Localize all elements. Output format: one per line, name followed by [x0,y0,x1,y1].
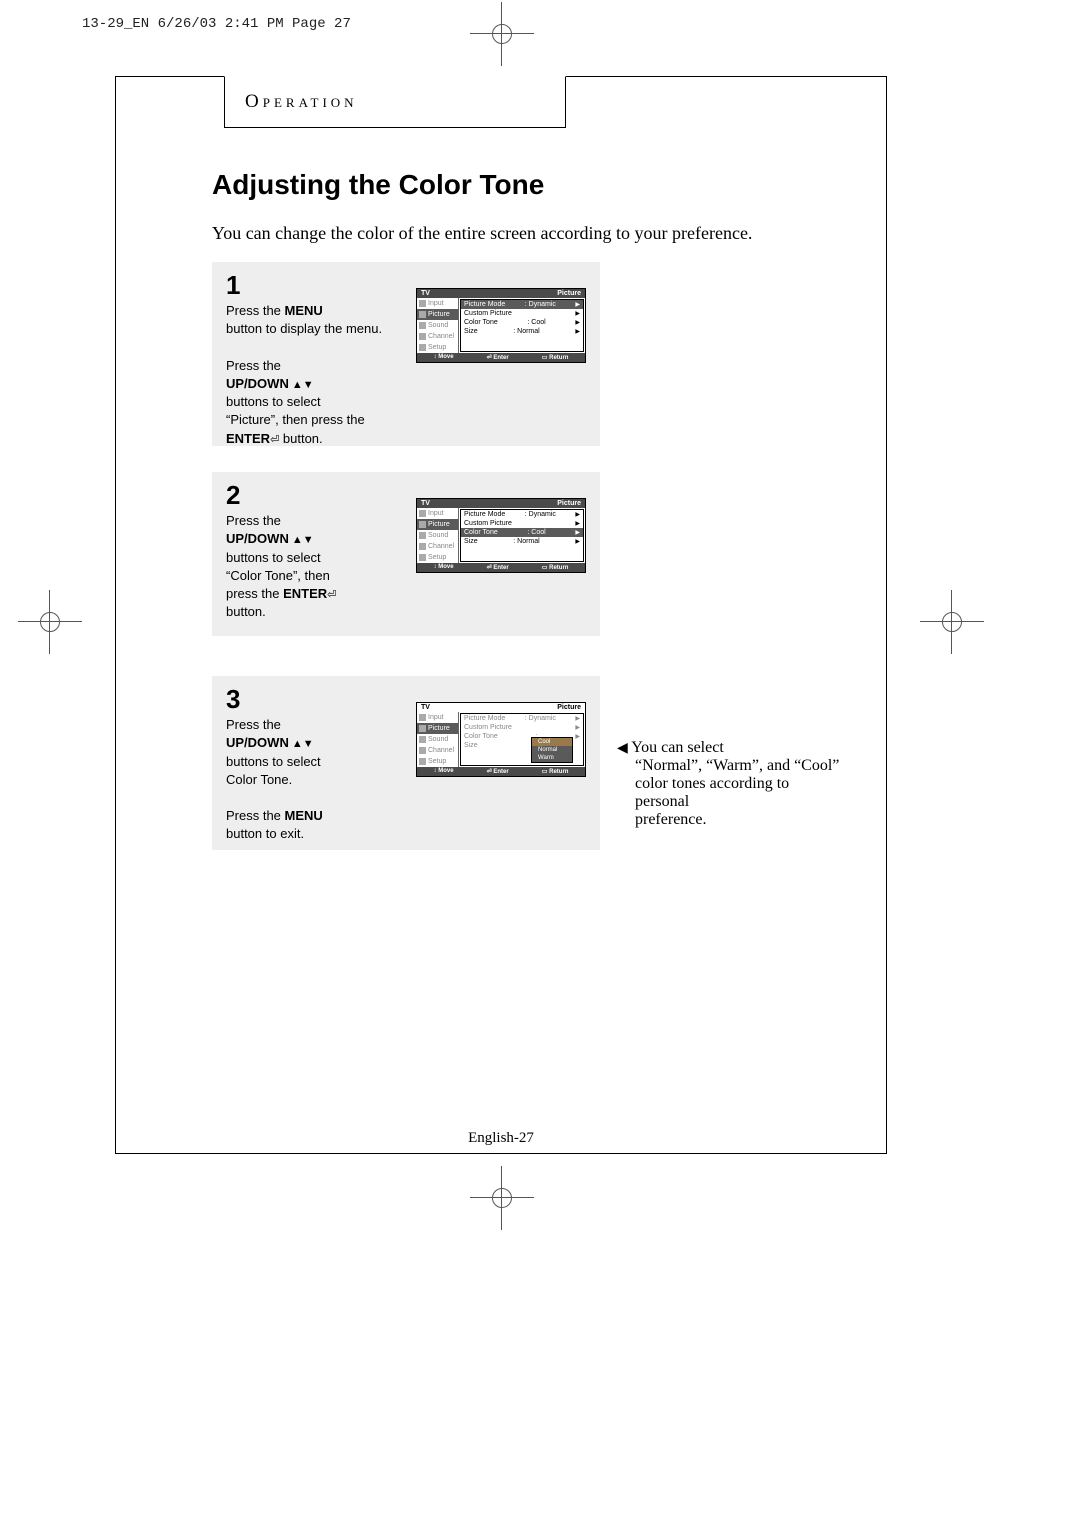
osd-row-picturemode: Picture Mode: Dynamic▶ [461,714,583,723]
osd-side-picture: Picture [417,723,459,734]
t: button. [226,604,266,619]
osd-side-channel: Channel [417,541,459,552]
osd-step3: TVPicture Input Picture Sound Channel Se… [416,702,586,777]
t: button. [279,431,322,446]
osd-row-colortone: Color Tone: Cool▶ [461,318,583,327]
enter-kw: ENTER [226,431,270,446]
osd-row-picturemode: Picture Mode: Dynamic▶ [461,300,583,309]
menu-kw: MENU [285,303,323,318]
popup-warm: Warm [532,754,572,762]
t: Press the [226,358,281,373]
osd-side-input: Input [417,508,459,519]
t: Press the [226,513,281,528]
crop-mark-right [940,610,964,634]
page-slug: 13-29_EN 6/26/03 2:41 PM Page 27 [82,16,351,32]
osd-hdr-l: TV [421,290,430,297]
osd-side-sound: Sound [417,320,459,331]
page-number: English-27 [116,1130,886,1147]
osd-side-channel: Channel [417,331,459,342]
t: “Normal”, “Warm”, and “Cool” [635,757,839,775]
updown-icon: ▲▼ [289,738,314,750]
crop-mark-left [38,610,62,634]
osd-side-input: Input [417,298,459,309]
enter-kw: ENTER [283,586,327,601]
osd-step1: TV Picture Input Picture Sound Channel Se… [416,288,586,363]
t: preference. [635,811,707,829]
osd-colortone-popup: Cool Normal Warm [531,737,573,763]
osd-row-custom: Custom Picture▶ [461,723,583,732]
osd-side-picture: Picture [417,519,459,530]
osd-row-custom: Custom Picture▶ [461,309,583,318]
osd-hdr-r: Picture [557,290,581,297]
enter-icon: ⏎ [270,434,279,446]
page-frame: Operation Adjusting the Color Tone You c… [115,76,887,1154]
intro-text: You can change the color of the entire s… [212,223,856,244]
t: button to display the menu. [226,321,382,336]
enter-icon: ⏎ [327,589,336,601]
osd-side-channel: Channel [417,745,459,756]
osd-row-size: Size: Normal▶ [461,537,583,546]
crop-mark-bottom [490,1186,514,1210]
osd-row-custom: Custom Picture▶ [461,519,583,528]
t: buttons to select [226,394,321,409]
page-title: Adjusting the Color Tone [212,169,856,201]
triangle-left-icon: ◀ [617,741,628,756]
step-1: 1 Press the MENU button to display the m… [212,262,600,446]
popup-cool: Cool [532,738,572,746]
osd-side-setup: Setup [417,552,459,563]
popup-normal: Normal [532,746,572,754]
t: Press the [226,717,281,732]
osd-side-picture: Picture [417,309,459,320]
updown-kw: UP/DOWN [226,735,289,750]
section-tab: Operation [224,76,566,128]
osd-return: ▭ Return [542,354,569,361]
osd-side-sound: Sound [417,734,459,745]
crop-mark-top [490,22,514,46]
osd-move: ↕ Move [434,354,454,361]
t: color tones according to personal [635,775,847,811]
osd-row-size: Size: Normal▶ [461,327,583,336]
t: “Color Tone”, then [226,568,330,583]
t: Color Tone. [226,772,292,787]
osd-step2: TVPicture Input Picture Sound Channel Se… [416,498,586,573]
t: “Picture”, then press the [226,412,365,427]
updown-kw: UP/DOWN [226,376,289,391]
osd-side-input: Input [417,712,459,723]
osd-enter: ⏎ Enter [487,354,509,361]
t: buttons to select [226,754,321,769]
sidenote: ◀ You can select “Normal”, “Warm”, and “… [617,739,847,829]
t: You can select [631,739,724,756]
updown-icon: ▲▼ [289,534,314,546]
updown-kw: UP/DOWN [226,531,289,546]
section-label: Operation [245,91,358,113]
t: press the [226,586,283,601]
step-2: 2 Press the UP/DOWN ▲▼ buttons to select… [212,472,600,636]
osd-row-picturemode: Picture Mode: Dynamic▶ [461,510,583,519]
osd-side-setup: Setup [417,342,459,353]
t: Press the [226,808,285,823]
menu-kw: MENU [285,808,323,823]
osd-side-setup: Setup [417,756,459,767]
updown-icon: ▲▼ [289,379,314,391]
osd-row-colortone: Color Tone: Cool▶ [461,528,583,537]
osd-side-sound: Sound [417,530,459,541]
t: buttons to select [226,550,321,565]
step-3: 3 Press the UP/DOWN ▲▼ buttons to select… [212,676,600,850]
t: Press the [226,303,285,318]
t: button to exit. [226,826,304,841]
